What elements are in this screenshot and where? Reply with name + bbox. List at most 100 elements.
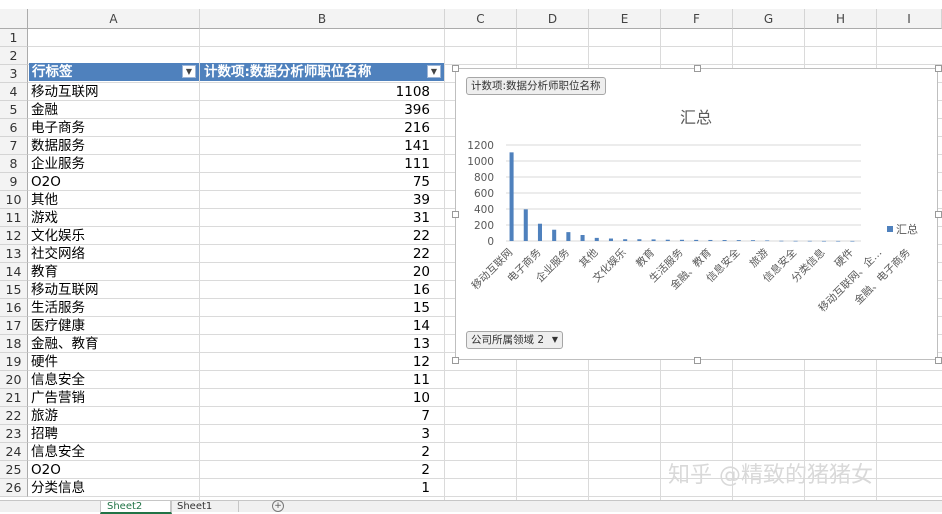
row-header-19[interactable]: 19 (0, 353, 28, 371)
pivot-row-value[interactable]: 16 (200, 281, 430, 299)
row-header-24[interactable]: 24 (0, 443, 28, 461)
column-header-d[interactable]: D (517, 9, 589, 29)
pivot-row-value[interactable]: 2 (200, 461, 430, 479)
pivot-row-label[interactable]: 其他 (31, 191, 58, 209)
pivot-row-value[interactable]: 216 (200, 119, 430, 137)
pivot-row-value[interactable]: 31 (200, 209, 430, 227)
pivot-row-label[interactable]: 旅游 (31, 407, 58, 425)
pivot-row-value[interactable]: 20 (200, 263, 430, 281)
pivot-row-value[interactable]: 15 (200, 299, 430, 317)
row-header-17[interactable]: 17 (0, 317, 28, 335)
pivot-row-value[interactable]: 7 (200, 407, 430, 425)
chart-resize-handle[interactable] (452, 65, 459, 72)
pivot-row-value[interactable]: 75 (200, 173, 430, 191)
spreadsheet-grid[interactable]: ABCDEFGHI 1 2 3 4 5 6 7 8 9 10 11 12 13 14 15 16 17 18 19 2… (0, 0, 942, 500)
pivot-row-label[interactable]: 数据服务 (31, 137, 85, 155)
pivot-row-value[interactable]: 141 (200, 137, 430, 155)
sheet-tab-sheet2[interactable]: Sheet2 (100, 501, 172, 514)
pivot-row-value[interactable]: 396 (200, 101, 430, 119)
pivot-row-value[interactable]: 2 (200, 443, 430, 461)
row-header-7[interactable]: 7 (0, 137, 28, 155)
pivot-row-value[interactable]: 1108 (200, 83, 430, 101)
row-header-4[interactable]: 4 (0, 83, 28, 101)
pivot-value-header[interactable]: 计数项:数据分析师职位名称 ▼ (200, 63, 444, 81)
row-header-11[interactable]: 11 (0, 209, 28, 227)
row-header-12[interactable]: 12 (0, 227, 28, 245)
sheet-tab-sheet1[interactable]: Sheet1 (170, 501, 239, 512)
pivot-row-label[interactable]: 游戏 (31, 209, 58, 227)
filter-dropdown-icon[interactable]: ▼ (182, 65, 196, 78)
pivot-row-label[interactable]: 医疗健康 (31, 317, 85, 335)
pivot-row-value[interactable]: 22 (200, 227, 430, 245)
row-header-9[interactable]: 9 (0, 173, 28, 191)
row-header-16[interactable]: 16 (0, 299, 28, 317)
chart-resize-handle[interactable] (694, 357, 701, 364)
pivot-row-label[interactable]: 金融 (31, 101, 58, 119)
pivot-row-label[interactable]: 社交网络 (31, 245, 85, 263)
pivot-row-label[interactable]: 招聘 (31, 425, 58, 443)
pivot-row-label[interactable]: 硬件 (31, 353, 58, 371)
pivot-chart[interactable]: 计数项:数据分析师职位名称 汇总 0 200 400 600 800 1000 1200 移动互… (455, 68, 938, 360)
pivot-row-label[interactable]: 移动互联网 (31, 83, 99, 101)
row-header-26[interactable]: 26 (0, 479, 28, 497)
row-header-2[interactable]: 2 (0, 47, 28, 65)
row-header-18[interactable]: 18 (0, 335, 28, 353)
row-header-1[interactable]: 1 (0, 29, 28, 47)
pivot-row-label[interactable]: 金融、教育 (31, 335, 99, 353)
column-header-h[interactable]: H (805, 9, 877, 29)
pivot-row-label[interactable]: 文化娱乐 (31, 227, 85, 245)
chart-axis-field-button[interactable]: 公司所属领域 2 ▼ (466, 331, 564, 349)
pivot-row-label[interactable]: O2O (31, 461, 61, 479)
pivot-row-value[interactable]: 3 (200, 425, 430, 443)
row-header-15[interactable]: 15 (0, 281, 28, 299)
row-header-5[interactable]: 5 (0, 101, 28, 119)
pivot-row-value[interactable]: 12 (200, 353, 430, 371)
pivot-row-label[interactable]: 生活服务 (31, 299, 85, 317)
chart-resize-handle[interactable] (452, 211, 459, 218)
pivot-row-value[interactable]: 111 (200, 155, 430, 173)
pivot-row-label[interactable]: 移动互联网 (31, 281, 99, 299)
pivot-row-label[interactable]: 信息安全 (31, 371, 85, 389)
column-header-a[interactable]: A (28, 9, 200, 29)
row-header-10[interactable]: 10 (0, 191, 28, 209)
row-header-14[interactable]: 14 (0, 263, 28, 281)
chart-resize-handle[interactable] (935, 357, 942, 364)
row-header-25[interactable]: 25 (0, 461, 28, 479)
pivot-row-value[interactable]: 39 (200, 191, 430, 209)
column-header-g[interactable]: G (733, 9, 805, 29)
pivot-row-label[interactable]: 电子商务 (31, 119, 85, 137)
pivot-row-value[interactable]: 22 (200, 245, 430, 263)
chart-resize-handle[interactable] (935, 211, 942, 218)
chart-resize-handle[interactable] (694, 65, 701, 72)
pivot-row-label[interactable]: O2O (31, 173, 61, 191)
row-header-13[interactable]: 13 (0, 245, 28, 263)
value-dropdown-icon[interactable]: ▼ (427, 65, 441, 78)
pivot-row-value[interactable]: 1 (200, 479, 430, 497)
row-header-22[interactable]: 22 (0, 407, 28, 425)
column-header-f[interactable]: F (661, 9, 733, 29)
row-header-23[interactable]: 23 (0, 425, 28, 443)
column-header-e[interactable]: E (589, 9, 661, 29)
row-header-3[interactable]: 3 (0, 65, 28, 83)
pivot-row-label[interactable]: 教育 (31, 263, 58, 281)
pivot-row-value[interactable]: 13 (200, 335, 430, 353)
row-header-20[interactable]: 20 (0, 371, 28, 389)
pivot-row-label[interactable]: 企业服务 (31, 155, 85, 173)
column-header-b[interactable]: B (200, 9, 445, 29)
pivot-row-value[interactable]: 14 (200, 317, 430, 335)
pivot-row-value[interactable]: 10 (200, 389, 430, 407)
row-header-6[interactable]: 6 (0, 119, 28, 137)
pivot-row-label[interactable]: 信息安全 (31, 443, 85, 461)
pivot-row-value[interactable]: 11 (200, 371, 430, 389)
column-header-c[interactable]: C (445, 9, 517, 29)
chart-resize-handle[interactable] (935, 65, 942, 72)
pivot-row-label[interactable]: 分类信息 (31, 479, 85, 497)
pivot-row-label-header[interactable]: 行标签 ▼ (29, 63, 199, 81)
column-header-i[interactable]: I (877, 9, 942, 29)
plus-circle-icon[interactable]: + (272, 500, 284, 512)
row-header-8[interactable]: 8 (0, 155, 28, 173)
chart-resize-handle[interactable] (452, 357, 459, 364)
row-header-21[interactable]: 21 (0, 389, 28, 407)
select-all-corner[interactable] (0, 9, 28, 29)
pivot-row-label[interactable]: 广告营销 (31, 389, 85, 407)
